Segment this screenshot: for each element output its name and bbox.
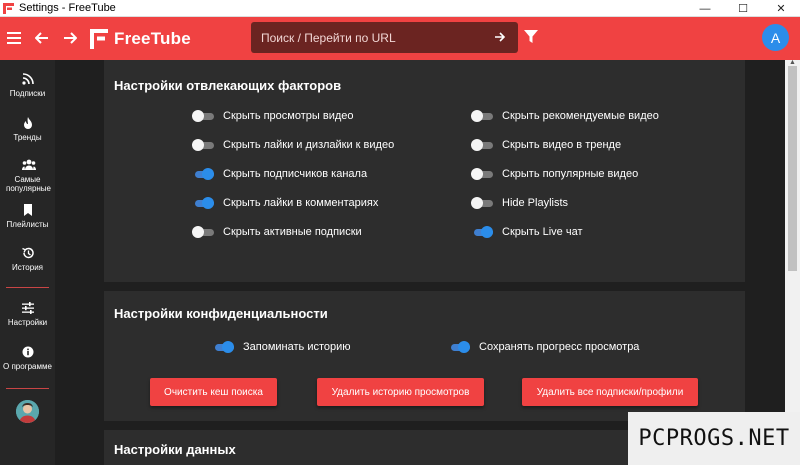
menu-icon[interactable] <box>0 28 28 49</box>
toggle-hide-comment-likes[interactable]: Скрыть лайки в комментариях <box>192 197 378 209</box>
sidebar-item-history[interactable]: История <box>0 246 55 272</box>
profile-avatar-image[interactable] <box>16 400 39 423</box>
brand-name: FreeTube <box>114 28 191 48</box>
toggle-label: Скрыть лайки в комментариях <box>223 197 379 209</box>
toggle-hide-recommended[interactable]: Скрыть рекомендуемые видео <box>471 110 659 122</box>
distraction-settings-panel: Настройки отвлекающих факторов Скрыть пр… <box>104 60 745 282</box>
maximize-button[interactable]: ☐ <box>724 0 762 17</box>
toggle-hide-video-views[interactable]: Скрыть просмотры видео <box>192 110 354 122</box>
section-title: Настройки отвлекающих факторов <box>114 78 342 93</box>
toggle-switch[interactable] <box>192 168 214 180</box>
clear-search-cache-button[interactable]: Очистить кеш поиска <box>150 378 277 406</box>
toggle-switch[interactable] <box>192 139 214 151</box>
close-button[interactable]: ✕ <box>762 0 800 17</box>
toggle-hide-popular[interactable]: Скрыть популярные видео <box>471 168 638 180</box>
rss-icon <box>21 72 34 85</box>
toggle-label: Hide Playlists <box>502 197 569 209</box>
sidebar-item-label: Настройки <box>7 318 48 327</box>
top-nav-bar: FreeTube A <box>0 17 800 60</box>
sidebar-item-label: Самые популярные <box>6 175 52 193</box>
settings-content: Настройки отвлекающих факторов Скрыть пр… <box>55 60 785 465</box>
back-arrow-icon[interactable] <box>28 28 56 49</box>
toggle-label: Скрыть лайки и дизлайки к видео <box>223 139 395 151</box>
search-input[interactable] <box>251 30 486 45</box>
toggle-switch[interactable] <box>471 110 493 122</box>
toggle-label: Скрыть подписчиков канала <box>223 168 368 180</box>
toggle-switch[interactable] <box>212 341 234 353</box>
sidebar-divider <box>6 287 49 288</box>
vertical-scrollbar[interactable]: ▲ <box>785 59 800 465</box>
window-title: Settings - FreeTube <box>19 2 116 14</box>
toggle-label: Скрыть рекомендуемые видео <box>502 110 659 122</box>
sidebar-item-label: Подписки <box>9 89 46 98</box>
scrollbar-thumb[interactable] <box>788 66 797 271</box>
profile-avatar[interactable]: A <box>762 24 789 51</box>
section-title: Настройки конфиденциальности <box>114 306 328 321</box>
freetube-logo-icon <box>90 28 108 49</box>
freetube-logo-icon <box>3 2 14 14</box>
sidebar: Подписки Тренды Самые популярные Плейлис… <box>0 60 55 465</box>
toggle-label: Сохранять прогресс просмотра <box>479 341 640 353</box>
filter-icon[interactable] <box>524 30 538 49</box>
sidebar-item-subscriptions[interactable]: Подписки <box>0 72 55 98</box>
toggle-hide-live-chat[interactable]: Скрыть Live чат <box>471 226 583 238</box>
sliders-icon <box>21 301 34 314</box>
toggle-label: Скрыть видео в тренде <box>502 139 622 151</box>
sidebar-item-label: Тренды <box>13 133 42 142</box>
privacy-settings-panel: Настройки конфиденциальности Запоминать … <box>104 291 745 421</box>
section-title: Настройки данных <box>114 442 236 457</box>
toggle-switch[interactable] <box>471 139 493 151</box>
brand[interactable]: FreeTube <box>90 28 191 49</box>
delete-watch-history-button[interactable]: Удалить историю просмотров <box>317 378 484 406</box>
toggle-switch[interactable] <box>471 168 493 180</box>
sidebar-divider <box>6 388 49 389</box>
window-controls: — ☐ ✕ <box>686 0 800 17</box>
toggle-switch[interactable] <box>471 226 493 238</box>
sidebar-item-about[interactable]: О программе <box>0 345 55 371</box>
toggle-save-watch-progress[interactable]: Сохранять прогресс просмотра <box>448 341 639 353</box>
sidebar-item-playlists[interactable]: Плейлисты <box>0 203 55 229</box>
forward-arrow-icon[interactable] <box>56 28 84 49</box>
sidebar-item-popular[interactable]: Самые популярные <box>0 158 55 193</box>
toggle-switch[interactable] <box>471 197 493 209</box>
toggle-hide-trending[interactable]: Скрыть видео в тренде <box>471 139 621 151</box>
history-icon <box>21 246 34 259</box>
window-titlebar: Settings - FreeTube — ☐ ✕ <box>0 0 800 17</box>
minimize-button[interactable]: — <box>686 0 724 17</box>
toggle-switch[interactable] <box>192 226 214 238</box>
watermark-logo: PCPROGS.NET <box>628 412 800 465</box>
toggle-hide-active-subscriptions[interactable]: Скрыть активные подписки <box>192 226 362 238</box>
search-box[interactable] <box>251 22 518 53</box>
sidebar-item-label: О программе <box>3 362 52 371</box>
toggle-label: Скрыть активные подписки <box>223 226 362 238</box>
toggle-switch[interactable] <box>448 341 470 353</box>
toggle-label: Скрыть популярные видео <box>502 168 639 180</box>
sidebar-item-label: История <box>11 263 44 272</box>
toggle-switch[interactable] <box>192 110 214 122</box>
delete-all-subscriptions-button[interactable]: Удалить все подписки/профили <box>522 378 698 406</box>
scroll-up-arrow-icon[interactable]: ▲ <box>785 59 800 66</box>
fire-icon <box>22 116 34 129</box>
sidebar-item-trending[interactable]: Тренды <box>0 116 55 142</box>
toggle-hide-subscribers[interactable]: Скрыть подписчиков канала <box>192 168 367 180</box>
toggle-remember-history[interactable]: Запоминать историю <box>212 341 351 353</box>
toggle-switch[interactable] <box>192 197 214 209</box>
search-go-arrow-icon[interactable] <box>486 30 514 45</box>
toggle-hide-playlists[interactable]: Hide Playlists <box>471 197 568 209</box>
toggle-label: Скрыть просмотры видео <box>223 110 354 122</box>
toggle-hide-likes[interactable]: Скрыть лайки и дизлайки к видео <box>192 139 394 151</box>
sidebar-item-label: Плейлисты <box>6 220 49 229</box>
sidebar-item-settings[interactable]: Настройки <box>0 301 55 327</box>
toggle-label: Скрыть Live чат <box>502 226 583 238</box>
users-icon <box>21 158 36 170</box>
toggle-label: Запоминать историю <box>243 341 351 353</box>
bookmark-icon <box>22 203 34 216</box>
info-icon <box>22 345 34 358</box>
